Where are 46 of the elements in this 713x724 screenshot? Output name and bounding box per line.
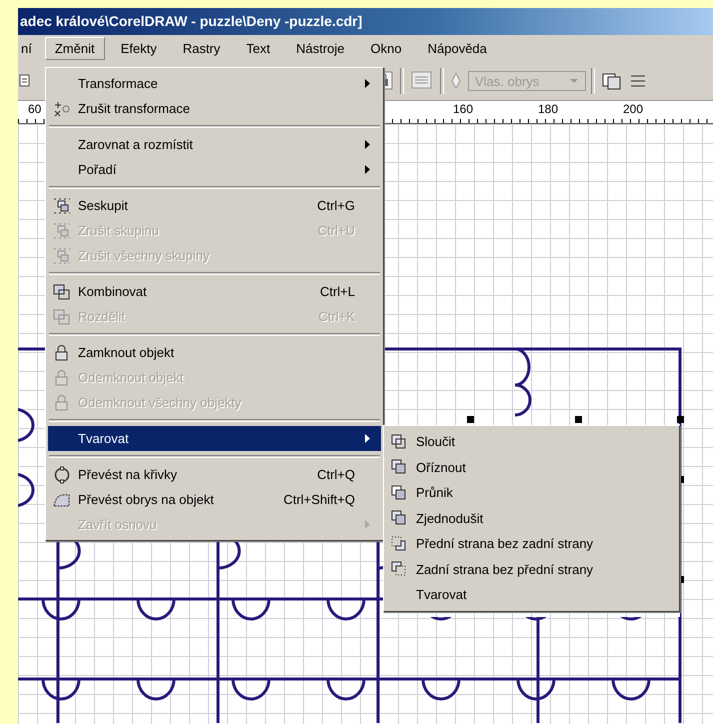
overlapping-squares-icon xyxy=(390,534,408,553)
menu-item[interactable]: Převést na křivky Ctrl+Q xyxy=(48,462,381,487)
overlapping-squares-icon xyxy=(390,458,408,476)
menu-item[interactable]: Průnik xyxy=(386,480,677,506)
menu-bar-item[interactable]: Text xyxy=(236,37,280,60)
dropdown-arrow-icon xyxy=(569,78,579,84)
menu-item[interactable]: Sloučit xyxy=(386,429,677,454)
overlapping-squares-icon xyxy=(390,432,408,451)
menu-item[interactable]: Přední strana bez zadní strany xyxy=(386,531,677,556)
pen-nib-icon xyxy=(449,71,463,91)
circle-nodes-icon xyxy=(52,466,72,484)
menu-item[interactable]: Zjednodušit xyxy=(386,506,677,531)
menu-item[interactable]: Pořadí xyxy=(48,157,381,182)
menu-item[interactable]: Kombinovat Ctrl+L xyxy=(48,279,381,304)
overlapping-squares-icon xyxy=(390,560,408,578)
menu-item[interactable]: Zrušit transformace xyxy=(48,96,381,121)
ruler-label: 60 xyxy=(27,102,42,116)
menu-item[interactable]: Seskupit Ctrl+G xyxy=(48,193,381,218)
menu-item[interactable]: Tvarovat xyxy=(386,582,677,608)
menu-bar-item[interactable]: Okno xyxy=(360,37,412,60)
menu-item[interactable]: Oříznout xyxy=(386,454,677,480)
menu-bar-item[interactable]: Nástroje xyxy=(286,37,355,60)
ruler-label: 160 xyxy=(452,102,474,116)
split-squares-icon xyxy=(52,308,72,326)
menu-item[interactable]: Transformace xyxy=(48,71,381,96)
menu-bar-item[interactable]: Změnit xyxy=(44,37,105,60)
crossed-arrows-icon xyxy=(52,100,72,118)
overlapping-squares-icon xyxy=(390,509,408,528)
grouped-squares-icon xyxy=(52,196,72,214)
menu-bar-item[interactable]: Nápověda xyxy=(418,37,497,60)
document-icon[interactable] xyxy=(19,74,31,88)
menu-bar-item[interactable]: ní xyxy=(18,37,39,60)
menu-item[interactable]: Zamknout objekt xyxy=(48,340,381,365)
menu-item[interactable]: Převést obrys na objekt Ctrl+Shift+Q xyxy=(48,487,381,512)
menu-bar-item[interactable]: Rastry xyxy=(172,37,230,60)
ungroup-squares-icon xyxy=(52,246,72,264)
menu-bar-item[interactable]: Efekty xyxy=(110,37,167,60)
ruler-label: 180 xyxy=(537,102,560,116)
overlapping-squares-icon xyxy=(52,282,72,300)
menu-item[interactable]: Zarovnat a rozmístit xyxy=(48,132,381,157)
menu-item[interactable]: Zadní strana bez přední strany xyxy=(386,556,677,582)
menu-item[interactable]: Tvarovat xyxy=(48,426,381,451)
ruler-label: 200 xyxy=(622,102,644,116)
overlapping-squares-icon xyxy=(390,484,408,502)
window-title: adec králové\CorelDRAW - puzzle\Deny -puzzle.cdr] xyxy=(18,8,713,35)
ungroup-squares-icon xyxy=(52,222,72,240)
